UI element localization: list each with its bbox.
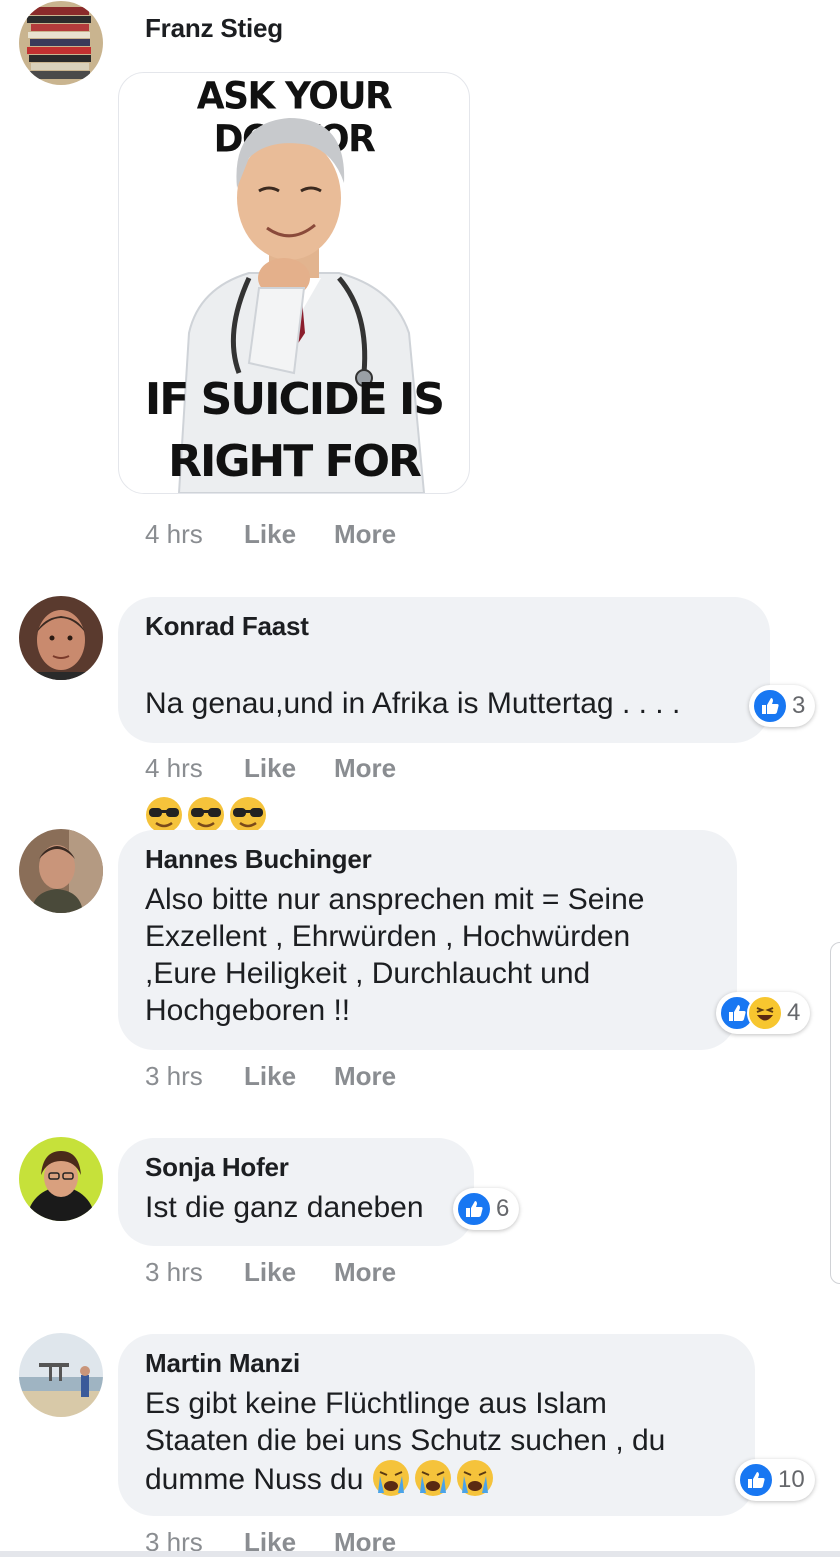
avatar-portrait-image <box>19 829 103 913</box>
meme-image[interactable]: ASK YOUR DOCTOR IF <box>118 72 470 494</box>
comment-actions: 3 hrs Like More <box>145 1257 396 1288</box>
reaction-count: 10 <box>778 1466 805 1493</box>
like-reaction-icon <box>752 688 788 724</box>
avatar-beach-image <box>19 1333 103 1417</box>
author-name[interactable]: Martin Manzi <box>145 1348 727 1379</box>
timestamp[interactable]: 3 hrs <box>145 1257 244 1288</box>
meme-bottom-line-2: RIGHT FOR YOU <box>168 436 422 487</box>
reactions-summary[interactable]: 3 <box>749 685 816 727</box>
like-reaction-icon <box>456 1191 492 1227</box>
reaction-count: 6 <box>496 1195 510 1222</box>
comment-bubble: Konrad Faast Na genau,und in Afrika is M… <box>118 597 770 833</box>
reactions-summary[interactable]: 6 <box>453 1188 520 1230</box>
author-name[interactable]: Sonja Hofer <box>145 1152 446 1183</box>
author-name[interactable]: Franz Stieg <box>145 13 283 44</box>
more-button[interactable]: More <box>334 519 396 550</box>
timestamp[interactable]: 4 hrs <box>145 753 244 784</box>
like-reaction-icon <box>738 1462 774 1498</box>
bottom-divider <box>0 1551 840 1557</box>
more-button[interactable]: More <box>334 753 396 784</box>
timestamp[interactable]: 3 hrs <box>145 1061 244 1092</box>
comment-actions: 3 hrs Like More <box>145 1061 396 1092</box>
comment-text: Ist die ganz daneben <box>145 1191 424 1224</box>
avatar[interactable] <box>19 1137 103 1221</box>
avatar-portrait-image <box>19 1137 103 1221</box>
like-button[interactable]: Like <box>244 519 334 550</box>
more-button[interactable]: More <box>334 1257 396 1288</box>
sunglasses-emoji-icon <box>188 797 224 833</box>
comment-text: Also bitte nur ansprechen mit = Seine Ex… <box>145 883 645 1027</box>
reaction-count: 4 <box>787 999 801 1026</box>
avatar[interactable] <box>19 1333 103 1417</box>
haha-reaction-icon <box>747 995 783 1031</box>
sunglasses-emoji-row <box>145 797 271 833</box>
like-button[interactable]: Like <box>244 1257 334 1288</box>
sunglasses-emoji-icon <box>146 797 182 833</box>
avatar[interactable] <box>19 596 103 680</box>
avatar[interactable] <box>19 1 103 85</box>
comment-actions: 4 hrs Like More <box>145 753 396 784</box>
comment-text-body: Na genau,und in Afrika is Muttertag . . … <box>145 687 681 720</box>
crying-emoji-icon <box>414 1460 451 1496</box>
comment-text: Es gibt keine Flüchtlinge aus Islam Staa… <box>145 1385 727 1498</box>
crying-emoji-icon <box>456 1460 493 1496</box>
avatar-portrait-image <box>19 596 103 680</box>
crying-emoji-row <box>372 1460 498 1496</box>
avatar[interactable] <box>19 829 103 913</box>
avatar-books-image <box>19 1 103 85</box>
comment-bubble: Hannes Buchinger Also bitte nur ansprech… <box>118 830 737 1050</box>
sunglasses-emoji-icon <box>230 797 266 833</box>
crying-emoji-icon <box>372 1460 409 1496</box>
reactions-summary[interactable]: 10 <box>735 1459 815 1501</box>
comment-bubble: Martin Manzi Es gibt keine Flüchtlinge a… <box>118 1334 755 1516</box>
comment-actions: 4 hrs Like More <box>145 519 396 550</box>
like-button[interactable]: Like <box>244 753 334 784</box>
reaction-count: 3 <box>792 692 806 719</box>
like-button[interactable]: Like <box>244 1061 334 1092</box>
author-name[interactable]: Hannes Buchinger <box>145 844 709 875</box>
comment-bubble: Sonja Hofer Ist die ganz daneben <box>118 1138 474 1246</box>
scrollbar[interactable] <box>830 942 840 1284</box>
author-name[interactable]: Konrad Faast <box>145 611 742 642</box>
reactions-summary[interactable]: 4 <box>716 992 811 1034</box>
meme-bottom-line-1: IF SUICIDE IS <box>144 374 445 425</box>
more-button[interactable]: More <box>334 1061 396 1092</box>
timestamp[interactable]: 4 hrs <box>145 519 244 550</box>
meme-bottom-text: IF SUICIDE IS RIGHT FOR YOU <box>119 369 469 493</box>
